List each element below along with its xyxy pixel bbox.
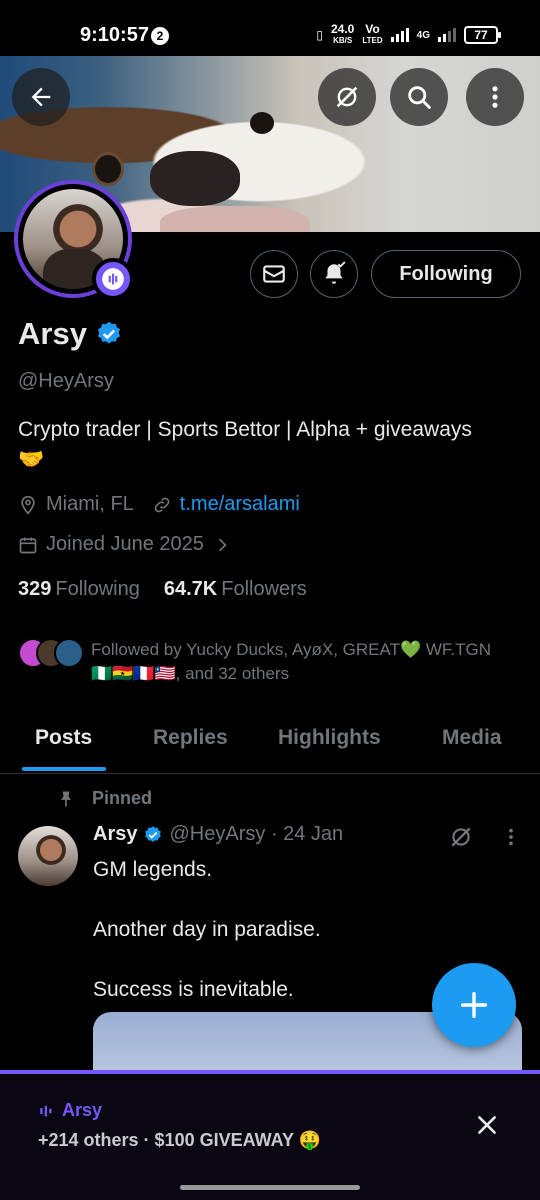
verified-badge-icon [145,825,162,842]
profile-link[interactable]: t.me/arsalami [180,493,300,516]
banner-image-detail [150,151,240,206]
pinned-label-row: Pinned [56,788,152,809]
more-vertical-icon [492,86,498,108]
followers-count-link[interactable]: 64.7K Followers [164,578,307,601]
tab-highlights[interactable]: Highlights [278,726,381,750]
spaces-host: Arsy [62,1100,103,1120]
profile-handle: @HeyArsy [18,370,114,392]
pin-icon [61,791,71,806]
plus-icon [460,991,488,1019]
notification-count-badge: 2 [151,27,169,45]
spaces-dock[interactable]: Arsy +214 others · $100 GIVEAWAY 🤑 [0,1070,540,1200]
search-icon [408,86,431,109]
post-line: Another day in paradise. [93,918,321,941]
profile-tabs: Posts Replies Highlights Media [0,718,540,774]
banner-image-detail [250,112,274,134]
message-button[interactable] [250,250,298,298]
post-more-button[interactable] [500,826,522,853]
chevron-right-icon [218,538,227,551]
envelope-icon [263,265,285,283]
vibrate-icon: ▯ [316,28,323,42]
followed-by-avatars[interactable] [18,638,84,668]
more-vertical-icon [509,828,513,846]
post-header: Arsy @HeyArsy · 24 Jan [93,823,343,846]
volte-indicator: Vo LTED [362,22,383,45]
verified-badge-icon[interactable] [95,320,123,348]
status-bar: 9:10:57 2 ▯ 24.0 KB/S Vo LTED 4G 77 [0,0,540,56]
tab-posts[interactable]: Posts [35,726,92,750]
search-button[interactable] [390,68,448,126]
signal-icon [390,28,409,42]
more-options-button[interactable] [466,68,524,126]
net-speed: 24.0 KB/S [331,22,355,45]
battery-icon: 77 [464,26,501,44]
grok-button[interactable] [318,68,376,126]
location-pin-icon [21,495,35,515]
post-handle-date: @HeyArsy · 24 Jan [169,823,344,845]
followed-by-text[interactable]: Followed by Yucky Ducks, AyøX, GREAT💚 WF… [91,638,511,686]
joined-row[interactable]: Joined June 2025 [18,533,232,556]
spaces-title-row: Arsy [38,1100,102,1121]
tab-replies[interactable]: Replies [153,726,228,750]
audio-bars-icon [40,1105,52,1116]
follow-counts: 329 Following 64.7K Followers [18,578,307,601]
bio-text: Crypto trader | Sports Bettor | Alpha + … [18,418,472,441]
post-author-avatar[interactable] [18,826,78,886]
home-indicator[interactable] [180,1185,360,1190]
spaces-subtitle: +214 others · $100 GIVEAWAY 🤑 [38,1130,322,1150]
grok-icon [336,86,358,108]
arrow-left-icon [31,87,51,107]
banner-image-detail [92,152,124,186]
close-icon [478,1116,496,1134]
signal-icon-2 [438,28,456,42]
following-count-link[interactable]: 329 Following [18,578,140,601]
profile-location: Miami, FL [46,493,134,515]
post-author-name[interactable]: Arsy [93,823,137,846]
bio-emoji: 🤝 [18,448,45,471]
banner-image-detail [160,206,310,232]
post-line: GM legends. [93,858,213,881]
network-type: 4G [416,29,430,41]
pinned-label: Pinned [92,788,153,808]
link-icon [154,497,170,512]
grok-icon [451,827,471,847]
profile-name: Arsy [18,316,87,351]
profile-bio: Crypto trader | Sports Bettor | Alpha + … [18,415,528,475]
notifications-button[interactable] [310,250,358,298]
post-grok-button[interactable] [448,824,474,855]
profile-meta-row: Miami, FL t.me/arsalami [18,493,300,516]
status-time: 9:10:57 [80,24,149,46]
space-live-badge[interactable] [92,258,134,300]
compose-button[interactable] [432,963,516,1047]
joined-date: Joined June 2025 [46,533,204,555]
spaces-close-button[interactable] [470,1108,504,1142]
bell-check-icon [325,261,346,284]
follower-avatar [54,638,84,668]
status-icons: ▯ 24.0 KB/S Vo LTED 4G 77 [316,22,501,46]
calendar-icon [19,537,37,553]
spaces-icon [102,268,124,290]
following-button[interactable]: Following [371,250,521,298]
tab-media[interactable]: Media [442,726,502,750]
profile-name-row: Arsy [18,316,123,352]
back-button[interactable] [12,68,70,126]
active-tab-indicator [22,767,106,771]
